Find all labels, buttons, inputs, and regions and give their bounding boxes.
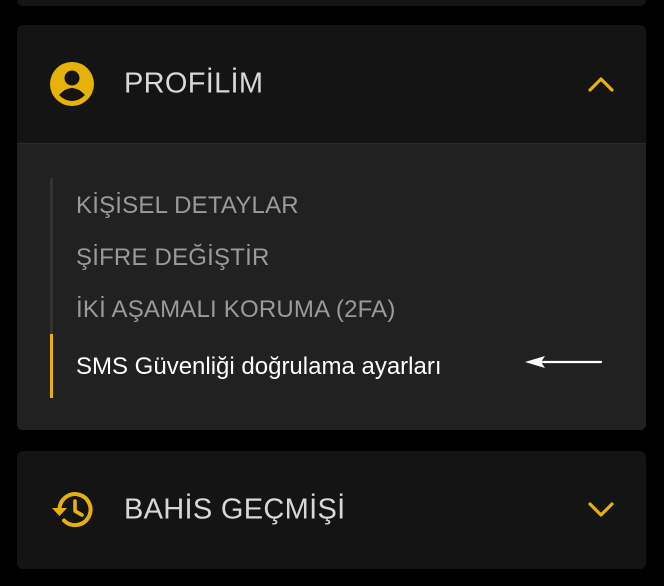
profile-submenu: KİŞİSEL DETAYLAR ŞİFRE DEĞİŞTİR İKİ AŞAM… [17,143,646,430]
bet-history-panel-title: BAHİS GEÇMİŞİ [124,493,346,526]
account-circle-icon [50,62,94,106]
chevron-down-icon[interactable] [588,501,614,519]
previous-panel-edge [17,0,646,6]
bet-history-panel-header[interactable]: BAHİS GEÇMİŞİ [17,451,646,569]
page: PROFİLİM KİŞİSEL DETAYLAR ŞİFRE DEĞİŞTİR… [0,0,664,586]
history-icon [52,492,93,528]
left-arrow-annotation-icon [525,356,603,368]
submenu-item-personal-details[interactable]: KİŞİSEL DETAYLAR [76,192,299,220]
submenu-item-two-factor[interactable]: İKİ AŞAMALI KORUMA (2FA) [76,296,396,324]
submenu-active-indicator [50,334,53,398]
submenu-item-sms-security[interactable]: SMS Güvenliği doğrulama ayarları [76,353,442,381]
bet-history-panel: BAHİS GEÇMİŞİ [17,451,646,569]
chevron-up-icon[interactable] [588,75,614,93]
profile-panel-title: PROFİLİM [124,67,264,100]
submenu-item-change-password[interactable]: ŞİFRE DEĞİŞTİR [76,244,270,272]
profile-panel: PROFİLİM KİŞİSEL DETAYLAR ŞİFRE DEĞİŞTİR… [17,25,646,430]
profile-panel-header[interactable]: PROFİLİM [17,25,646,143]
